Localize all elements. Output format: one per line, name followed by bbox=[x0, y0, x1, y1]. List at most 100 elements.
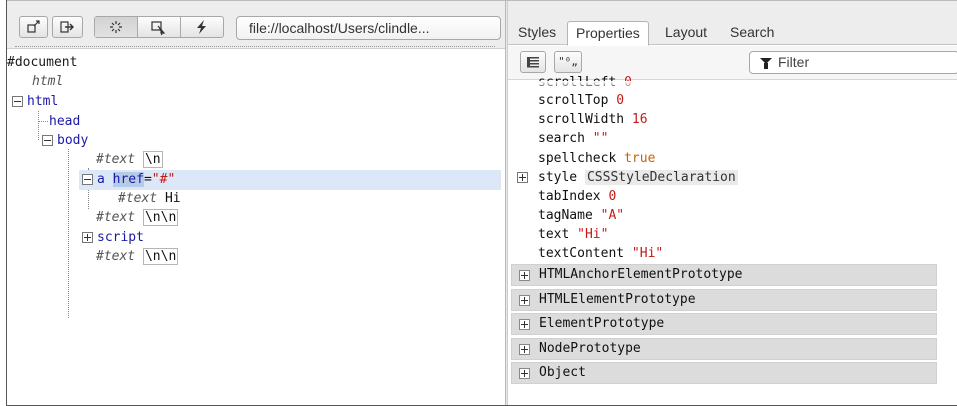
tree-node-head[interactable]: head bbox=[49, 112, 80, 131]
prototype-section-html-element[interactable]: HTMLElementPrototype bbox=[511, 289, 937, 311]
tree-node-document[interactable]: #document bbox=[7, 53, 77, 72]
text-node-label: #text bbox=[96, 152, 136, 167]
anchor-href-attr[interactable]: href bbox=[112, 172, 144, 187]
property-row[interactable]: tabIndex 0 bbox=[538, 187, 616, 206]
tab-layout[interactable]: Layout bbox=[657, 21, 715, 45]
document-url-field[interactable]: file://localhost/Users/clindle... bbox=[236, 16, 501, 40]
property-value: "A" bbox=[600, 208, 625, 223]
property-value: "" bbox=[592, 131, 609, 146]
tree-node-body[interactable]: body bbox=[57, 131, 88, 150]
script-tag: script bbox=[97, 230, 144, 245]
select-parent-icon bbox=[27, 20, 40, 33]
prototype-label: HTMLElementPrototype bbox=[539, 292, 696, 307]
body-tag: body bbox=[57, 133, 89, 148]
property-name: scrollTop bbox=[538, 93, 609, 108]
anchor-equals: = bbox=[143, 172, 152, 187]
property-row[interactable]: search "" bbox=[538, 129, 608, 148]
prototype-section-element[interactable]: ElementPrototype bbox=[511, 313, 937, 335]
text-node-label: #text bbox=[96, 249, 136, 264]
prototype-label: HTMLAnchorElementPrototype bbox=[539, 267, 743, 282]
inspect-pointer-button[interactable] bbox=[137, 17, 180, 37]
expand-toggle-icon[interactable] bbox=[519, 270, 530, 281]
expand-toggle-icon[interactable] bbox=[82, 232, 93, 243]
tree-node-html[interactable]: html bbox=[27, 92, 58, 111]
property-row[interactable]: scrollWidth 16 bbox=[538, 110, 648, 129]
prototype-section-node[interactable]: NodePrototype bbox=[511, 338, 937, 360]
prototype-section-object[interactable]: Object bbox=[511, 362, 937, 384]
property-name: scrollWidth bbox=[538, 112, 625, 127]
anchor-href-value[interactable]: "#" bbox=[152, 172, 175, 187]
inspect-pointer-icon bbox=[151, 21, 166, 36]
list-top-fade bbox=[508, 81, 957, 89]
tree-node-text[interactable]: #text \n\n bbox=[96, 247, 179, 266]
property-row[interactable]: scrollTop 0 bbox=[538, 91, 624, 110]
property-name: tagName bbox=[538, 208, 593, 223]
html-tag: html bbox=[27, 94, 59, 109]
expand-toggle-icon[interactable] bbox=[519, 368, 530, 379]
document-label: #document bbox=[7, 55, 78, 70]
head-tag: head bbox=[49, 114, 81, 129]
tree-guide bbox=[38, 121, 48, 122]
show-prototype-button[interactable]: "⁰„ bbox=[554, 51, 582, 73]
dom-toolbar: file://localhost/Users/clindle... bbox=[7, 1, 505, 49]
property-name: textContent bbox=[538, 246, 625, 261]
list-view-button[interactable] bbox=[520, 51, 546, 73]
highlight-button[interactable] bbox=[95, 17, 137, 37]
expand-toggle-icon[interactable] bbox=[519, 344, 530, 355]
tab-search[interactable]: Search bbox=[722, 21, 782, 45]
inspect-tool-group bbox=[94, 16, 224, 38]
anchor-tag: a bbox=[97, 172, 105, 187]
flash-icon bbox=[197, 20, 206, 34]
tree-node-script[interactable]: script bbox=[97, 228, 144, 247]
tree-node-anchor[interactable]: a href="#" bbox=[97, 170, 175, 189]
property-value: 16 bbox=[631, 112, 648, 127]
property-name: search bbox=[538, 131, 585, 146]
expand-toggle-icon[interactable] bbox=[519, 319, 530, 330]
toolbar-separator bbox=[15, 46, 495, 50]
tree-node-doctype[interactable]: html bbox=[32, 72, 63, 91]
property-row[interactable]: tagName "A" bbox=[538, 206, 624, 225]
tab-styles[interactable]: Styles bbox=[510, 21, 564, 45]
text-node-label: #text bbox=[96, 210, 136, 225]
property-row[interactable]: textContent "Hi" bbox=[538, 244, 663, 263]
dom-tree-pane: file://localhost/Users/clindle... #docum… bbox=[7, 1, 505, 405]
exit-button[interactable] bbox=[52, 16, 83, 38]
property-value: "Hi" bbox=[577, 227, 609, 242]
prototype-label: NodePrototype bbox=[539, 341, 641, 356]
exit-icon bbox=[60, 21, 74, 33]
collapse-toggle-icon[interactable] bbox=[82, 174, 93, 185]
property-value: true bbox=[624, 151, 656, 166]
details-tab-bar: Styles Properties Layout Search bbox=[508, 1, 957, 46]
list-view-icon bbox=[527, 57, 539, 68]
tab-properties[interactable]: Properties bbox=[567, 21, 649, 46]
expand-toggle-icon[interactable] bbox=[517, 172, 528, 183]
select-parent-button[interactable] bbox=[19, 16, 48, 38]
text-node-value: \n bbox=[142, 151, 163, 168]
tree-node-text[interactable]: #text \n\n bbox=[96, 208, 179, 227]
collapse-toggle-icon[interactable] bbox=[12, 96, 23, 107]
property-value: 0 bbox=[616, 93, 625, 108]
collapse-toggle-icon[interactable] bbox=[42, 135, 53, 146]
tree-guide bbox=[38, 111, 39, 140]
property-row[interactable]: spellcheck true bbox=[538, 149, 655, 168]
property-row[interactable]: text "Hi" bbox=[538, 225, 608, 244]
tree-guide bbox=[88, 188, 89, 209]
prototype-label: ElementPrototype bbox=[539, 316, 665, 331]
property-name: spellcheck bbox=[538, 151, 617, 166]
property-value: 0 bbox=[608, 189, 617, 204]
expand-toggle-icon[interactable] bbox=[519, 295, 530, 306]
property-row[interactable]: style CSSStyleDeclaration bbox=[538, 168, 738, 187]
property-name: text bbox=[538, 227, 570, 242]
details-pane: Styles Properties Layout Search "⁰„ Filt… bbox=[508, 1, 957, 405]
tree-node-text-hi[interactable]: #text Hi bbox=[118, 189, 181, 208]
text-node-label: #text bbox=[118, 191, 158, 206]
flash-button[interactable] bbox=[180, 17, 223, 37]
filter-input[interactable]: Filter bbox=[749, 51, 957, 74]
property-name: style bbox=[538, 170, 578, 185]
prototype-label: Object bbox=[539, 365, 586, 380]
tree-node-text[interactable]: #text \n bbox=[96, 150, 163, 169]
prototype-section-html-anchor[interactable]: HTMLAnchorElementPrototype bbox=[511, 264, 937, 286]
text-node-value: \n\n bbox=[142, 248, 179, 265]
property-value: CSSStyleDeclaration bbox=[584, 170, 738, 185]
text-node-value: \n\n bbox=[142, 209, 179, 226]
